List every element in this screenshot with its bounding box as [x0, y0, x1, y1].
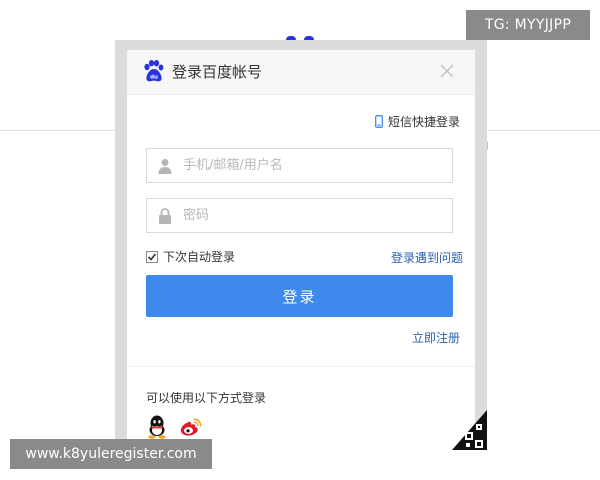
lock-icon — [159, 207, 171, 224]
qq-icon[interactable] — [146, 415, 168, 439]
weibo-icon[interactable] — [179, 416, 203, 438]
login-button[interactable]: 登录 — [146, 275, 453, 317]
check-icon — [147, 252, 157, 261]
password-input[interactable] — [181, 207, 435, 224]
user-icon — [158, 158, 172, 174]
remember-label: 下次自动登录 — [163, 250, 236, 264]
section-divider — [127, 366, 475, 367]
telegram-badge: TG: MYYJJPP — [466, 10, 590, 40]
dialog-header: du 登录百度帐号 — [127, 50, 475, 95]
login-problem-link[interactable]: 登录遇到问题 — [391, 249, 463, 266]
remember-me: 下次自动登录 — [146, 248, 235, 265]
register-link[interactable]: 立即注册 — [412, 329, 460, 346]
phone-icon — [375, 114, 383, 128]
username-input[interactable] — [181, 157, 435, 174]
site-watermark: www.k8yuleregister.com — [10, 439, 212, 469]
close-icon[interactable] — [439, 63, 455, 79]
login-dialog: du 登录百度帐号 短信快捷登录 手机/邮箱/用户名 下次自动登录 登录遇到问题… — [115, 40, 487, 450]
sms-login-link[interactable]: 短信快捷登录 — [375, 112, 460, 130]
login-panel: du 登录百度帐号 短信快捷登录 手机/邮箱/用户名 下次自动登录 登录遇到问题… — [127, 50, 487, 450]
remember-checkbox[interactable] — [146, 250, 158, 263]
dialog-title: 登录百度帐号 — [172, 63, 263, 81]
qr-code-icon[interactable] — [452, 410, 487, 450]
svg-text:du: du — [150, 75, 158, 81]
username-field — [146, 148, 453, 183]
sms-login-label: 短信快捷登录 — [388, 114, 461, 129]
background-divider-left — [0, 130, 115, 131]
background-divider-right — [487, 130, 600, 131]
other-login-methods-label: 可以使用以下方式登录 — [146, 391, 267, 405]
password-field — [146, 198, 453, 233]
baidu-paw-icon: du — [144, 60, 164, 82]
